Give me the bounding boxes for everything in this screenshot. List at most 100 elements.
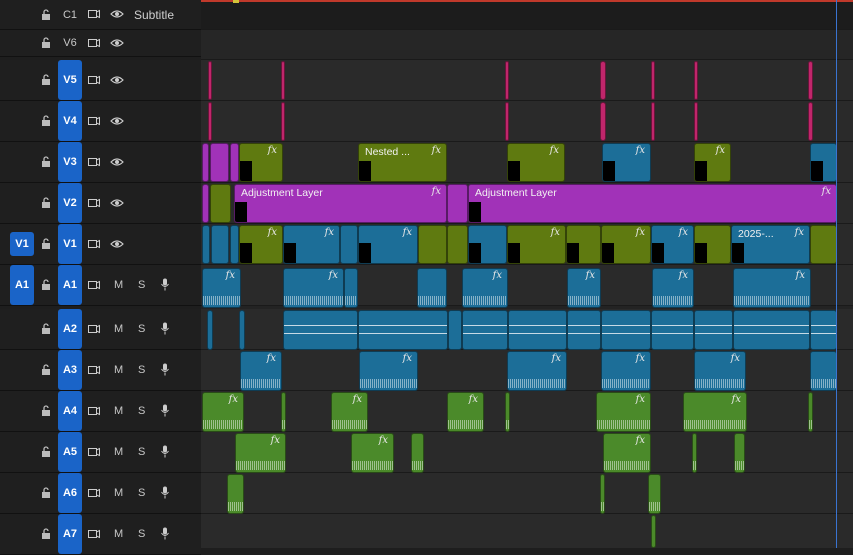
lock-icon[interactable]	[40, 156, 52, 168]
clip-a1[interactable]: fx	[283, 268, 344, 308]
clip-v4[interactable]	[208, 102, 212, 141]
clip-v1[interactable]	[202, 225, 210, 264]
clip-a2[interactable]	[358, 310, 448, 350]
clip-v1[interactable]: fx	[358, 225, 418, 264]
clip-v5[interactable]	[651, 61, 655, 100]
clip-a2[interactable]	[448, 310, 462, 350]
mute-button[interactable]: M	[114, 364, 123, 376]
clip-a5[interactable]: fx	[235, 433, 286, 473]
solo-button[interactable]: S	[138, 405, 145, 417]
solo-button[interactable]: S	[138, 528, 145, 540]
clip-a6[interactable]	[227, 474, 244, 514]
microphone-icon[interactable]	[160, 278, 170, 294]
clip-v3[interactable]	[230, 143, 239, 182]
clip-v2-adjustment-layer[interactable]: Adjustment Layer fx	[234, 184, 447, 223]
clip-v4[interactable]	[600, 102, 606, 141]
clip-a2[interactable]	[508, 310, 567, 350]
clip-v1[interactable]	[810, 225, 837, 264]
clip-v4[interactable]	[808, 102, 813, 141]
source-patch-v1[interactable]: V1	[10, 232, 34, 256]
lock-icon[interactable]	[40, 446, 52, 458]
clip-v5[interactable]	[600, 61, 606, 100]
microphone-icon[interactable]	[160, 527, 170, 543]
mute-button[interactable]: M	[114, 487, 123, 499]
eye-icon[interactable]	[110, 38, 124, 51]
clip-v1[interactable]	[447, 225, 468, 264]
clip-a6[interactable]	[600, 474, 605, 514]
track-target-a2[interactable]: A2	[58, 309, 82, 349]
lock-icon[interactable]	[40, 74, 52, 86]
mute-button[interactable]: M	[114, 323, 123, 335]
clip-v1[interactable]	[211, 225, 229, 264]
eye-icon[interactable]	[110, 9, 124, 22]
mute-button[interactable]: M	[114, 528, 123, 540]
lock-icon[interactable]	[40, 279, 52, 291]
clip-a2[interactable]	[733, 310, 810, 350]
clip-a4[interactable]: fx	[202, 392, 244, 432]
clip-a3[interactable]: fx	[694, 351, 746, 391]
eye-icon[interactable]	[110, 239, 124, 252]
lock-icon[interactable]	[40, 323, 52, 335]
clip-v3[interactable]	[810, 143, 837, 182]
clip-a2[interactable]	[694, 310, 733, 350]
track-target-a1[interactable]: A1	[58, 265, 82, 305]
clip-v1[interactable]	[694, 225, 731, 264]
clip-a2[interactable]	[567, 310, 601, 350]
toggle-sync-icon[interactable]	[88, 239, 100, 252]
track-target-v5[interactable]: V5	[58, 60, 82, 100]
toggle-sync-icon[interactable]	[88, 365, 100, 378]
clip-a3[interactable]: fx	[359, 351, 418, 391]
microphone-icon[interactable]	[160, 363, 170, 379]
work-area-bar[interactable]	[201, 0, 853, 2]
clip-v1[interactable]: fx	[507, 225, 566, 264]
microphone-icon[interactable]	[160, 486, 170, 502]
toggle-sync-icon[interactable]	[88, 529, 100, 542]
toggle-sync-icon[interactable]	[88, 447, 100, 460]
clip-v4[interactable]	[651, 102, 655, 141]
clip-a3[interactable]: fx	[240, 351, 282, 391]
track-target-a7[interactable]: A7	[58, 514, 82, 554]
clip-v1[interactable]	[418, 225, 447, 264]
lock-icon[interactable]	[40, 528, 52, 540]
toggle-sync-icon[interactable]	[88, 116, 100, 129]
clip-a5[interactable]: fx	[351, 433, 394, 473]
clip-v1[interactable]: fx	[651, 225, 694, 264]
microphone-icon[interactable]	[160, 404, 170, 420]
toggle-sync-icon[interactable]	[88, 488, 100, 501]
toggle-sync-icon[interactable]	[88, 280, 100, 293]
solo-button[interactable]: S	[138, 446, 145, 458]
clip-v4[interactable]	[694, 102, 698, 141]
clip-v1[interactable]	[468, 225, 507, 264]
clip-a4[interactable]: fx	[331, 392, 368, 432]
clip-a4[interactable]	[505, 392, 510, 432]
clip-v5[interactable]	[694, 61, 698, 100]
clip-a5[interactable]: fx	[603, 433, 651, 473]
clip-v3[interactable]: fx	[239, 143, 283, 182]
lock-icon[interactable]	[40, 364, 52, 376]
clip-a2[interactable]	[601, 310, 651, 350]
clip-a5[interactable]	[692, 433, 697, 473]
clip-v1[interactable]: fx	[601, 225, 651, 264]
solo-button[interactable]: S	[138, 323, 145, 335]
clip-a4[interactable]	[281, 392, 286, 432]
clip-v5[interactable]	[505, 61, 509, 100]
track-target-v4[interactable]: V4	[58, 101, 82, 141]
toggle-sync-icon[interactable]	[88, 38, 100, 51]
clip-v2[interactable]	[202, 184, 209, 223]
lock-icon[interactable]	[40, 405, 52, 417]
timeline-area[interactable]: fx Nested ... fx fx fx fx Adjustment Layer fx Ad…	[201, 0, 853, 548]
clip-v1[interactable]: 2025-... fx	[731, 225, 810, 264]
solo-button[interactable]: S	[138, 364, 145, 376]
clip-v3[interactable]: fx	[694, 143, 731, 182]
clip-v4[interactable]	[505, 102, 509, 141]
solo-button[interactable]: S	[138, 279, 145, 291]
lock-icon[interactable]	[40, 487, 52, 499]
toggle-sync-icon[interactable]	[88, 324, 100, 337]
clip-a4[interactable]: fx	[596, 392, 651, 432]
mute-button[interactable]: M	[114, 279, 123, 291]
clip-v1[interactable]: fx	[283, 225, 340, 264]
clip-v5[interactable]	[208, 61, 212, 100]
lock-icon[interactable]	[40, 197, 52, 209]
track-target-a3[interactable]: A3	[58, 350, 82, 390]
clip-a5[interactable]	[411, 433, 424, 473]
